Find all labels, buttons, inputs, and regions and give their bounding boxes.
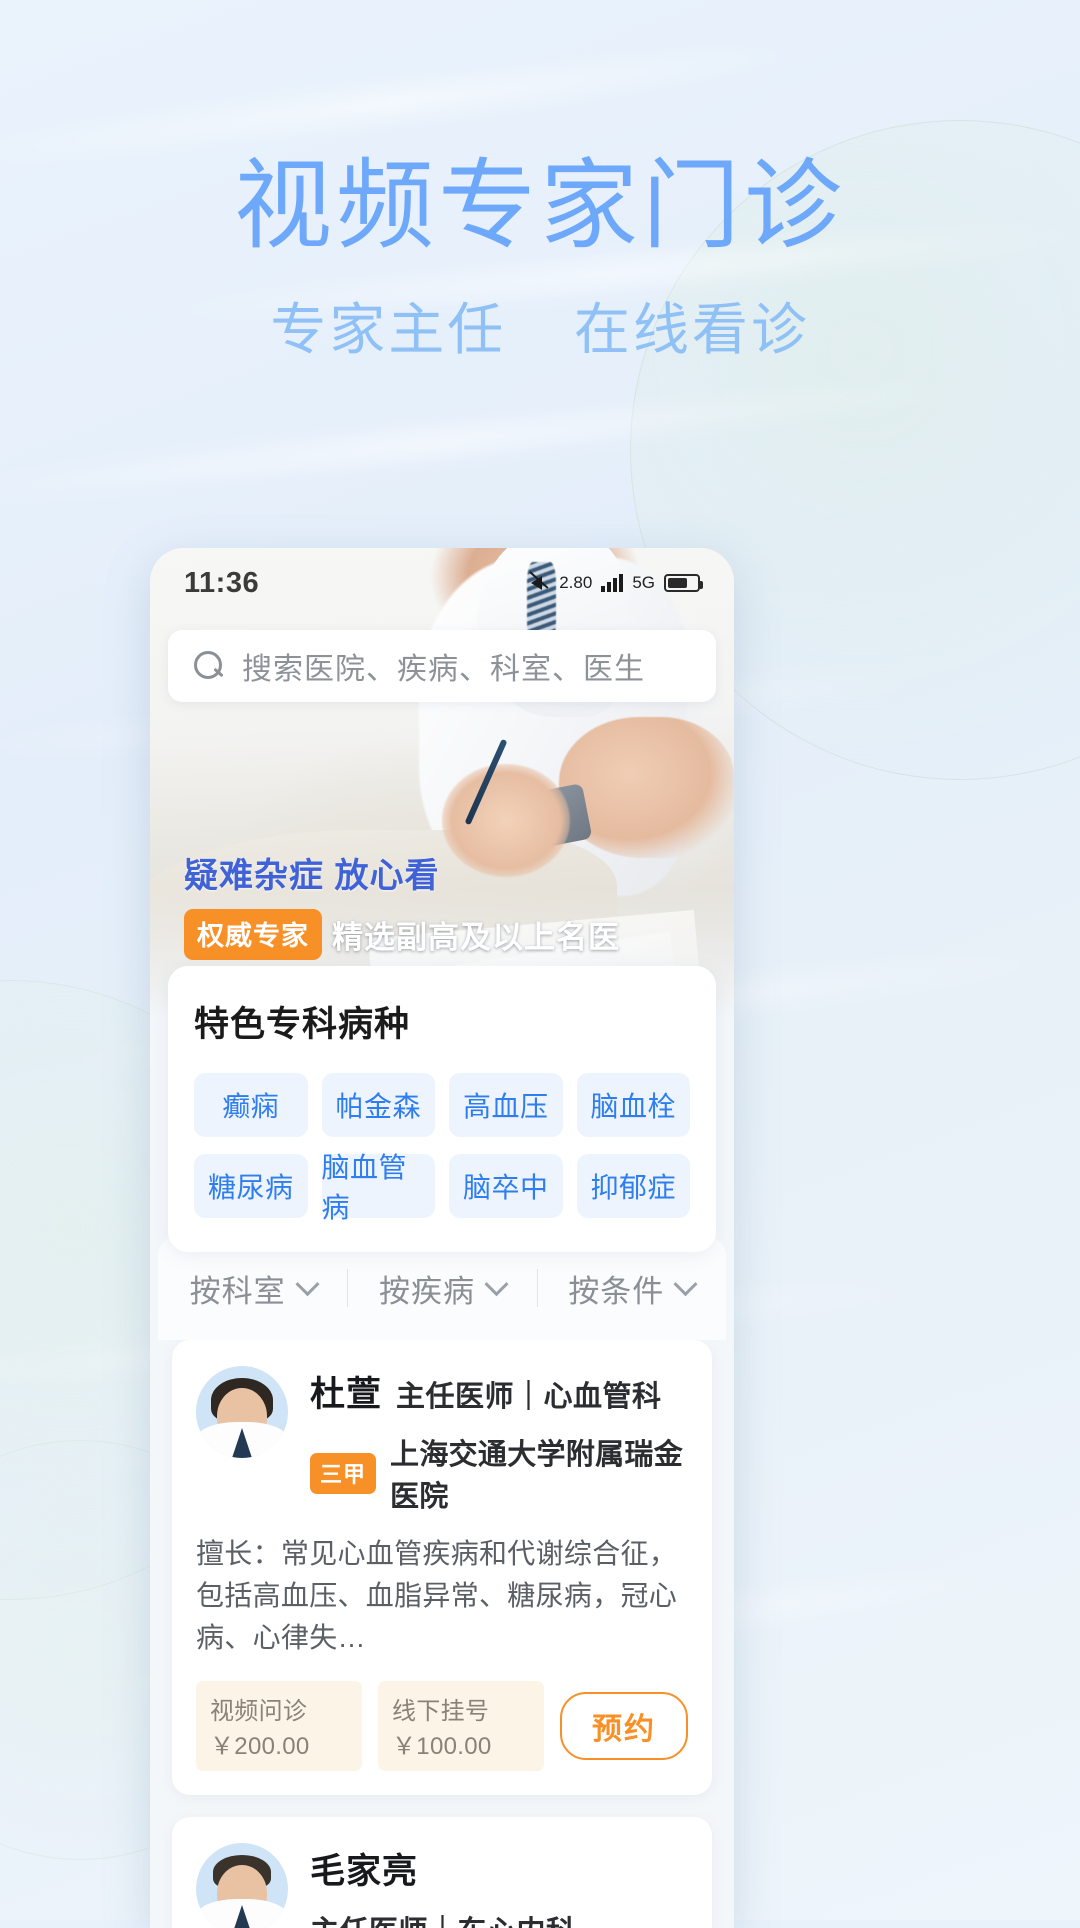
page-subtitle-right: 在线看诊 [573, 297, 810, 363]
hero-section: 视频专家门诊 专家主任 在线看诊 [0, 150, 1080, 366]
phone-screen: 11:36 2.80 5G 搜索医院、疾病、科室、医生 疑难杂症 放心看 权威专… [150, 548, 734, 1928]
doctor-name-line: 毛家亮 主任医师｜东心内科 [310, 1843, 688, 1928]
avatar [196, 1843, 288, 1928]
status-network-type: 5G [632, 573, 655, 592]
status-badge: 三甲 [310, 1452, 377, 1494]
price-offline-registration: 线下挂号 ￥100.00 [378, 1681, 544, 1771]
specialty-chip[interactable]: 脑血管病 [321, 1152, 435, 1223]
doctor-info: 杜萱 主任医师｜心血管科 三甲 上海交通大学附属瑞金医院 [310, 1366, 688, 1515]
specialty-chip[interactable]: 脑血栓 [576, 1073, 690, 1137]
specialty-chip[interactable]: 抑郁症 [576, 1154, 690, 1218]
doctor-name: 毛家亮 [310, 1852, 419, 1891]
phone-mockup: 11:36 2.80 5G 搜索医院、疾病、科室、医生 疑难杂症 放心看 权威专… [150, 548, 734, 1928]
filter-label: 按科室 [189, 1273, 286, 1309]
page-subtitle: 专家主任 在线看诊 [0, 285, 1080, 366]
doctor-hospital: 上海交通大学附属瑞金医院 [390, 1439, 684, 1513]
doctor-card[interactable]: 杜萱 主任医师｜心血管科 三甲 上海交通大学附属瑞金医院 擅长：常见心血管疾病和… [172, 1340, 712, 1795]
page-title: 视频专家门诊 [233, 149, 846, 263]
doctor-card[interactable]: 毛家亮 主任医师｜东心内科 三甲 上海交通大学附属仁济医院(东部) 擅长：双心疾… [172, 1817, 712, 1928]
filter-label: 按疾病 [378, 1273, 475, 1309]
doctor-list[interactable]: 杜萱 主任医师｜心血管科 三甲 上海交通大学附属瑞金医院 擅长：常见心血管疾病和… [158, 1340, 726, 1928]
doctor-role: 主任医师｜东心内科 [310, 1908, 576, 1928]
specialty-chip[interactable]: 糖尿病 [194, 1154, 308, 1218]
doctor-specialty-desc: 擅长：常见心血管疾病和代谢综合征，包括高血压、血脂异常、糖尿病，冠心病、心律失… [196, 1538, 678, 1653]
status-time: 11:36 [184, 566, 260, 599]
battery-icon [664, 574, 703, 592]
specialty-card: 特色专科病种 癫痫 帕金森 高血压 脑血栓 糖尿病 脑血管病 脑卒中 抑郁症 [168, 966, 716, 1252]
status-network-speed: 2.80 [559, 573, 593, 592]
filter-by-disease[interactable]: 按疾病 [347, 1266, 536, 1311]
specialty-card-title: 特色专科病种 [194, 1005, 411, 1044]
doctor-header: 毛家亮 主任医师｜东心内科 三甲 上海交通大学附属仁济医院(东部) [196, 1843, 688, 1928]
status-icons: 2.80 5G [528, 572, 703, 594]
doctor-hospital-line: 三甲 上海交通大学附属瑞金医院 [310, 1431, 688, 1515]
search-icon [194, 651, 224, 681]
specialty-chip[interactable]: 帕金森 [321, 1073, 435, 1137]
chevron-down-icon [295, 1271, 320, 1296]
mute-bell-icon [528, 572, 550, 594]
banner-subline: 权威专家 精选副高及以上名医 [184, 909, 620, 960]
banner-badge: 权威专家 [184, 909, 322, 960]
search-input[interactable]: 搜索医院、疾病、科室、医生 [242, 644, 645, 688]
specialty-chip[interactable]: 脑卒中 [449, 1154, 563, 1218]
price-video-consult: 视频问诊 ￥200.00 [196, 1681, 362, 1771]
chevron-down-icon [673, 1271, 698, 1296]
status-bar: 11:36 2.80 5G [150, 548, 734, 618]
banner-caption: 疑难杂症 放心看 权威专家 精选副高及以上名医 [184, 848, 620, 960]
doctor-info: 毛家亮 主任医师｜东心内科 三甲 上海交通大学附属仁济医院(东部) [310, 1843, 688, 1928]
doctor-name: 杜萱 [310, 1375, 383, 1414]
filter-by-department[interactable]: 按科室 [158, 1266, 347, 1311]
doctor-name-line: 杜萱 主任医师｜心血管科 [310, 1366, 688, 1417]
banner-headline: 疑难杂症 放心看 [184, 857, 440, 895]
page-subtitle-left: 专家主任 [270, 297, 507, 363]
specialty-chip[interactable]: 癫痫 [194, 1073, 308, 1137]
doctor-footer: 视频问诊 ￥200.00 线下挂号 ￥100.00 预约 [196, 1681, 688, 1771]
book-appointment-button[interactable]: 预约 [560, 1692, 688, 1760]
specialty-chip[interactable]: 高血压 [449, 1073, 563, 1137]
chevron-down-icon [484, 1271, 509, 1296]
doctor-role: 主任医师｜心血管科 [396, 1381, 662, 1413]
filter-label: 按条件 [568, 1273, 665, 1309]
signal-bars-icon [601, 574, 624, 592]
specialty-chip-grid: 癫痫 帕金森 高血压 脑血栓 糖尿病 脑血管病 脑卒中 抑郁症 [194, 1073, 690, 1223]
search-bar[interactable]: 搜索医院、疾病、科室、医生 [168, 630, 716, 702]
doctor-header: 杜萱 主任医师｜心血管科 三甲 上海交通大学附属瑞金医院 [196, 1366, 688, 1515]
avatar [196, 1366, 288, 1458]
banner-caption-text: 精选副高及以上名医 [332, 920, 620, 955]
filter-by-condition[interactable]: 按条件 [537, 1266, 726, 1311]
